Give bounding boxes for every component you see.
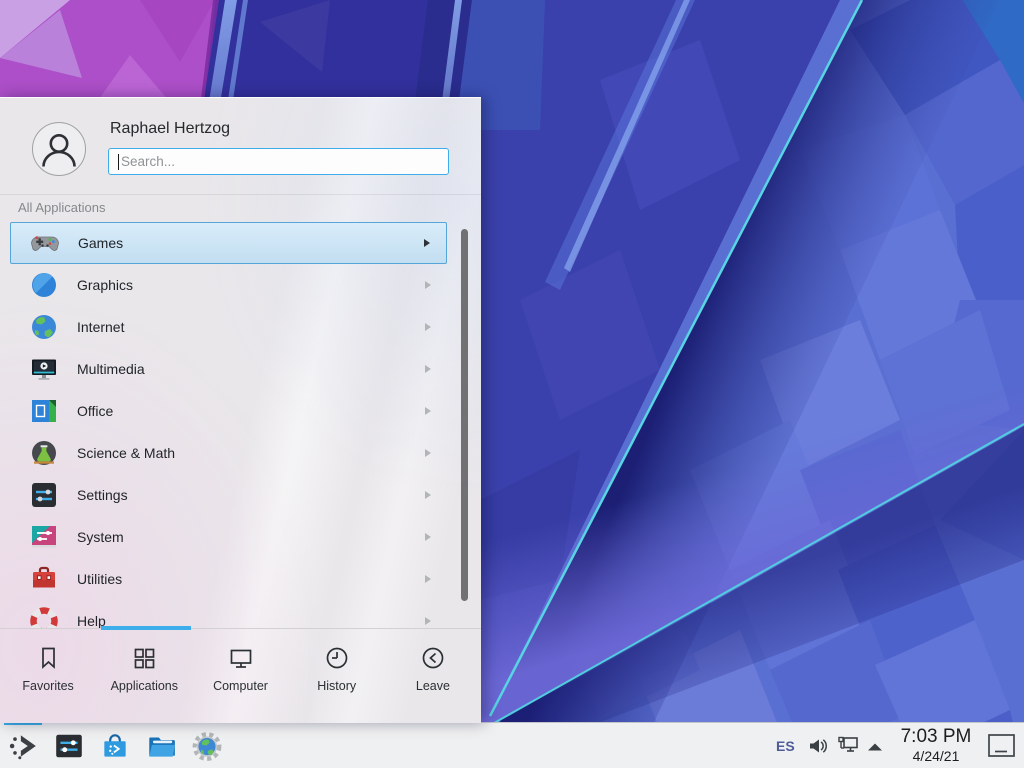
category-list: Games Graphics <box>10 222 447 629</box>
tab-computer[interactable]: Computer <box>192 632 288 720</box>
user-avatar[interactable] <box>32 122 86 176</box>
network-icon[interactable] <box>836 734 860 763</box>
show-desktop-button[interactable] <box>987 733 1017 764</box>
category-help[interactable]: Help <box>10 600 447 629</box>
folder-icon <box>145 730 177 762</box>
scrollbar[interactable] <box>461 229 468 601</box>
category-label: Utilities <box>77 571 425 587</box>
bookmark-icon <box>34 644 62 672</box>
tab-label: Leave <box>416 679 450 693</box>
user-name: Raphael Hertzog <box>110 120 230 138</box>
category-internet[interactable]: Internet <box>10 306 447 348</box>
category-label: Settings <box>77 487 425 503</box>
system-settings-button[interactable] <box>53 730 85 762</box>
keyboard-layout-indicator[interactable]: ES <box>776 738 795 754</box>
web-browser-button[interactable] <box>191 730 223 762</box>
submenu-arrow-icon <box>425 407 431 415</box>
search-input[interactable] <box>109 149 448 174</box>
submenu-arrow-icon <box>425 281 431 289</box>
category-settings[interactable]: Settings <box>10 474 447 516</box>
submenu-arrow-icon <box>425 617 431 625</box>
search-box <box>108 148 449 175</box>
application-launcher-button[interactable] <box>7 730 39 762</box>
category-office[interactable]: Office <box>10 390 447 432</box>
submenu-arrow-icon <box>424 239 430 247</box>
desktop: Raphael Hertzog All Applications <box>0 0 1024 768</box>
system-sliders-icon <box>28 521 60 553</box>
category-games[interactable]: Games <box>10 222 447 264</box>
clock-date: 4/24/21 <box>913 748 960 765</box>
submenu-arrow-icon <box>425 575 431 583</box>
discover-button[interactable] <box>99 730 131 762</box>
tab-label: Applications <box>111 679 178 693</box>
category-label: Office <box>77 403 425 419</box>
submenu-arrow-icon <box>425 323 431 331</box>
category-label: Science & Math <box>77 445 425 461</box>
category-label: Graphics <box>77 277 425 293</box>
clock-time: 7:03 PM <box>901 725 972 748</box>
user-icon <box>33 123 85 175</box>
text-cursor <box>118 154 119 170</box>
category-label: Internet <box>77 319 425 335</box>
show-desktop-icon <box>987 733 1017 759</box>
category-label: Games <box>78 235 424 251</box>
category-utilities[interactable]: Utilities <box>10 558 447 600</box>
section-label: All Applications <box>18 200 105 215</box>
gamepad-icon <box>29 227 61 259</box>
globe-icon <box>28 311 60 343</box>
paint-sphere-icon <box>28 269 60 301</box>
kickoff-icon <box>7 730 39 762</box>
category-graphics[interactable]: Graphics <box>10 264 447 306</box>
application-launcher-menu: Raphael Hertzog All Applications <box>0 97 481 723</box>
clock-icon <box>323 644 351 672</box>
file-manager-button[interactable] <box>145 730 177 762</box>
header-divider <box>0 194 481 195</box>
tab-label: Computer <box>213 679 268 693</box>
category-system[interactable]: System <box>10 516 447 558</box>
media-screen-icon <box>28 353 60 385</box>
globe-gear-icon <box>191 730 223 762</box>
volume-icon[interactable] <box>806 735 828 762</box>
category-science-math[interactable]: Science & Math <box>10 432 447 474</box>
sliders-icon <box>28 479 60 511</box>
digital-clock[interactable]: 7:03 PM 4/24/21 <box>888 725 984 765</box>
category-label: Multimedia <box>77 361 425 377</box>
launcher-tabbar: Favorites Applications Computer <box>0 632 481 720</box>
category-multimedia[interactable]: Multimedia <box>10 348 447 390</box>
submenu-arrow-icon <box>425 449 431 457</box>
lifebuoy-icon <box>28 605 60 629</box>
document-icon <box>28 395 60 427</box>
settings-sliders-icon <box>53 730 85 762</box>
grid-icon <box>130 644 158 672</box>
active-tab-indicator <box>101 626 191 630</box>
submenu-arrow-icon <box>425 365 431 373</box>
tab-label: History <box>317 679 356 693</box>
submenu-arrow-icon <box>425 533 431 541</box>
tab-label: Favorites <box>22 679 73 693</box>
tab-history[interactable]: History <box>289 632 385 720</box>
taskbar-panel: ES 7:03 PM 4/24/2 <box>0 722 1024 768</box>
tab-leave[interactable]: Leave <box>385 632 481 720</box>
leave-icon <box>419 644 447 672</box>
tab-favorites[interactable]: Favorites <box>0 632 96 720</box>
toolbox-icon <box>28 563 60 595</box>
tab-applications[interactable]: Applications <box>96 632 192 720</box>
tabbar-divider <box>0 628 481 629</box>
expand-arrow-icon[interactable] <box>866 740 884 758</box>
monitor-icon <box>227 644 255 672</box>
submenu-arrow-icon <box>425 491 431 499</box>
category-label: System <box>77 529 425 545</box>
flask-icon <box>28 437 60 469</box>
shopping-bag-icon <box>99 730 131 762</box>
